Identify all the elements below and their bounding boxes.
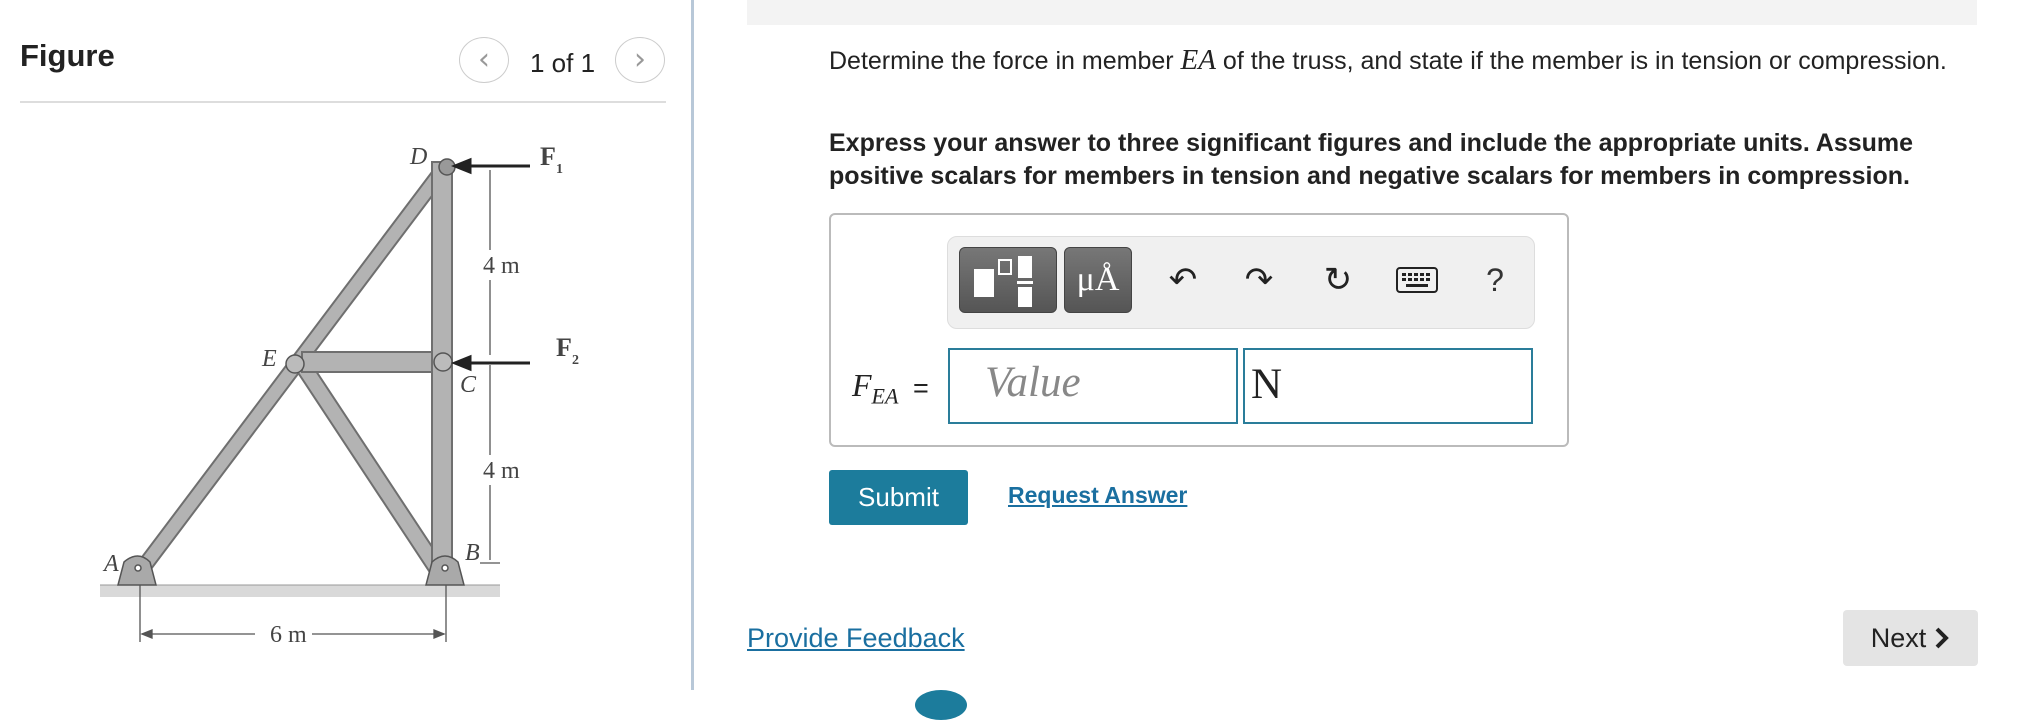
svg-text:2: 2: [572, 353, 579, 368]
answer-instructions: Express your answer to three significant…: [829, 129, 1914, 190]
label-E: E: [261, 346, 277, 372]
force-arrow-F2: [450, 354, 472, 372]
joint-C: [433, 352, 453, 372]
help-icon[interactable]: ?: [1470, 255, 1520, 305]
value-input[interactable]: Value: [948, 348, 1238, 424]
units-input[interactable]: N: [1243, 348, 1533, 424]
member-EC: [301, 351, 446, 373]
provide-feedback-link[interactable]: Provide Feedback: [747, 623, 965, 654]
dimension-lower: 4 m: [483, 458, 520, 484]
top-bar: [747, 0, 1977, 25]
answer-variable: FEA: [852, 367, 899, 409]
label-B: B: [465, 540, 480, 566]
ground: [100, 585, 500, 597]
next-button-label: Next: [1870, 622, 1927, 653]
chevron-left-icon: ‹: [478, 42, 490, 77]
figure-pager: 1 of 1: [530, 48, 596, 78]
member-EB: [293, 367, 454, 578]
chevron-right-icon: [1935, 627, 1950, 649]
figure-divider: [20, 101, 666, 103]
force-arrow-F1: [450, 157, 472, 175]
help-bubble-icon[interactable]: [915, 690, 967, 720]
next-button[interactable]: Next: [1843, 610, 1978, 666]
equals-sign: =: [913, 373, 929, 403]
truss-diagram: F 1 F 2 4 m 4 m 6 m D E C B A: [100, 142, 579, 648]
submit-button[interactable]: Submit: [829, 470, 968, 525]
request-answer-link[interactable]: Request Answer: [1008, 482, 1187, 509]
keyboard-icon[interactable]: [1392, 255, 1442, 305]
joint-D: [438, 158, 456, 176]
equation-toolbar: μÅ ↶ ↷ ↻ ?: [947, 236, 1535, 329]
label-D: D: [409, 144, 427, 170]
dimension-upper: 4 m: [483, 253, 520, 279]
symbols-button[interactable]: μÅ: [1064, 247, 1132, 313]
figure-title: Figure: [20, 38, 115, 73]
undo-icon[interactable]: ↶: [1158, 255, 1208, 305]
previous-figure-button[interactable]: ‹: [459, 37, 509, 83]
member-name: EA: [1180, 44, 1216, 76]
force-label-F2: F: [556, 333, 572, 362]
templates-icon: [974, 256, 1033, 307]
member-DB: [431, 161, 453, 583]
dimension-base: 6 m: [270, 622, 307, 648]
reset-icon[interactable]: ↻: [1313, 255, 1363, 305]
question-text: Determine the force in member EA of the …: [829, 44, 1947, 76]
pane-divider[interactable]: [691, 0, 694, 690]
label-C: C: [460, 372, 477, 398]
redo-icon[interactable]: ↷: [1234, 255, 1284, 305]
templates-button[interactable]: [959, 247, 1057, 313]
label-A: A: [102, 551, 119, 577]
svg-text:1: 1: [556, 162, 563, 177]
force-label-F1: F: [540, 142, 556, 171]
joint-E: [285, 354, 305, 374]
chevron-right-icon: ›: [634, 42, 646, 77]
next-figure-button[interactable]: ›: [615, 37, 665, 83]
